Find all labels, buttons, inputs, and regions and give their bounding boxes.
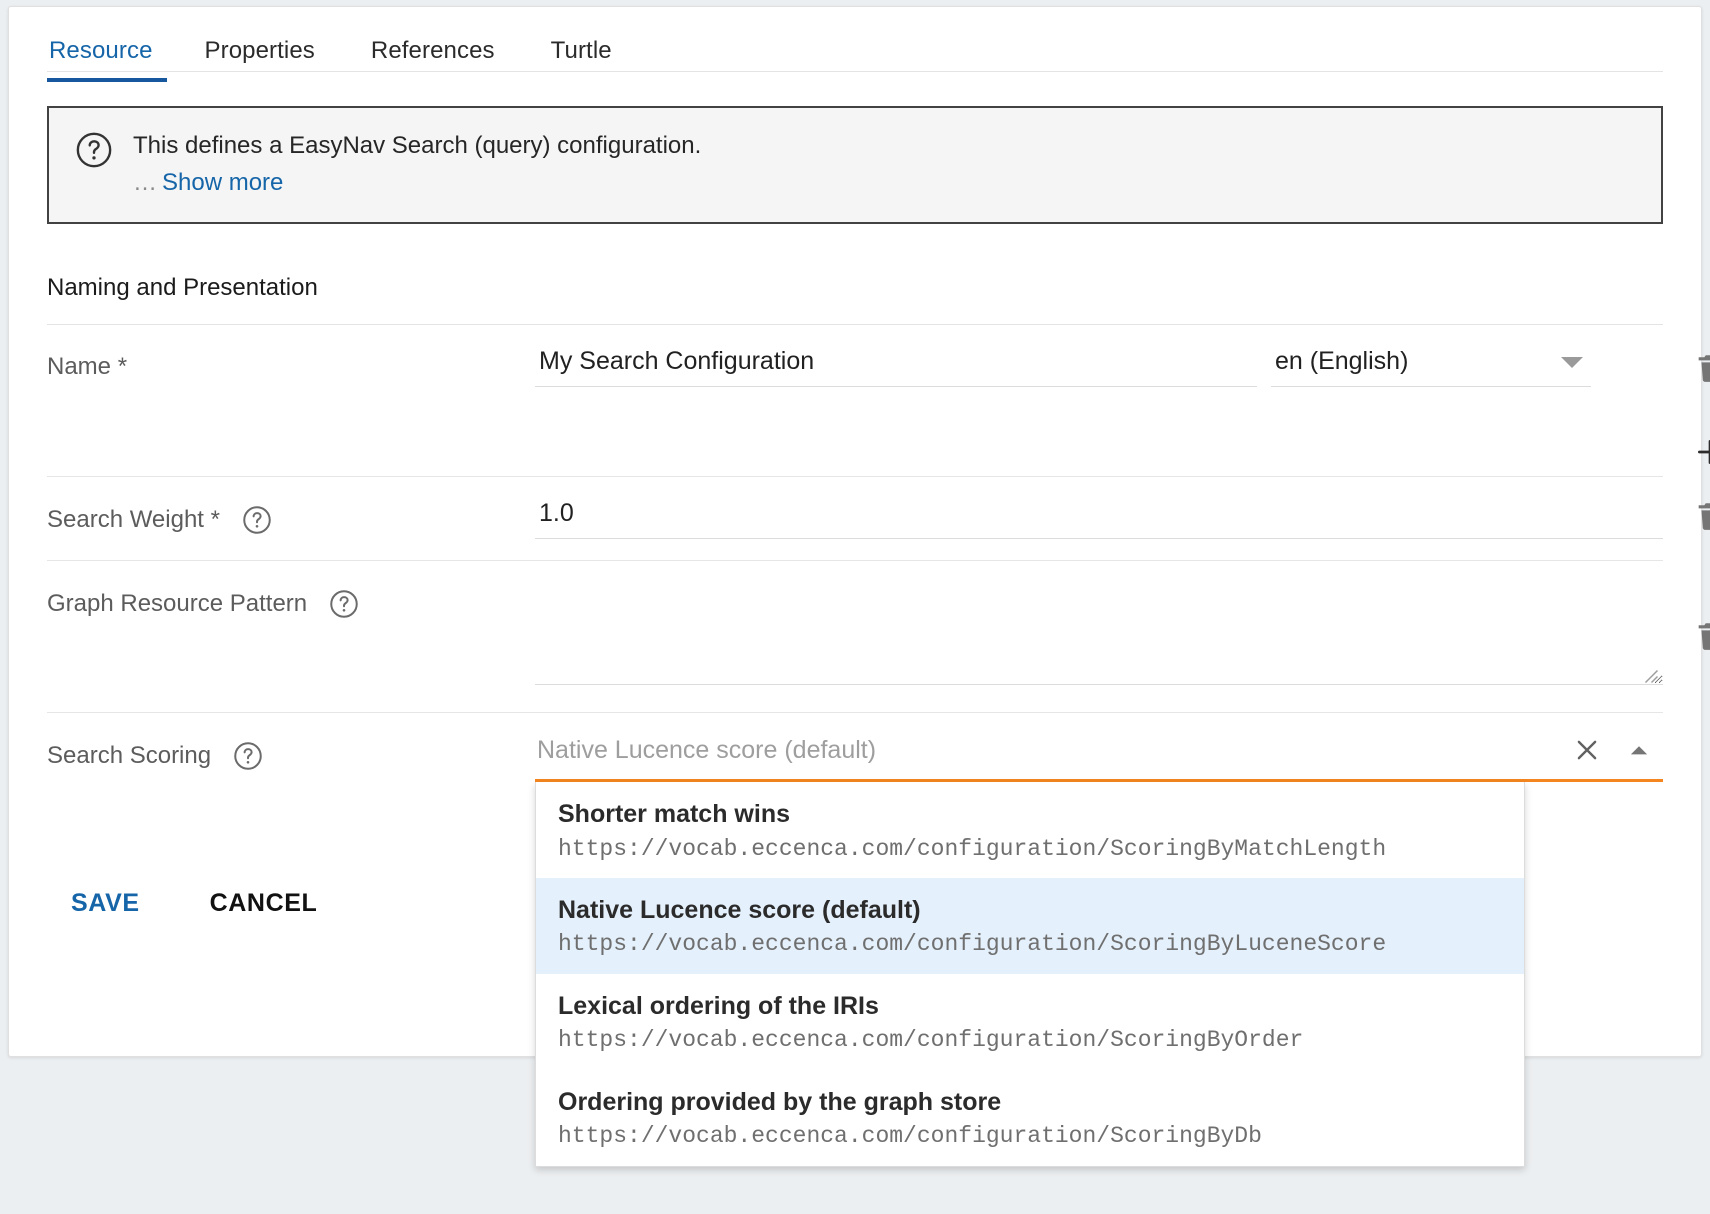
graph-resource-pattern-label: Graph Resource Pattern <box>47 561 535 619</box>
add-name-button[interactable] <box>1693 435 1710 469</box>
info-banner-body: This defines a EasyNav Search (query) co… <box>133 128 701 222</box>
show-more-link[interactable]: Show more <box>162 169 283 196</box>
dropdown-option-lexical-ordering[interactable]: Lexical ordering of the IRIs https://voc… <box>536 974 1524 1070</box>
search-scoring-label-text: Search Scoring <box>47 742 211 770</box>
form-actions: SAVE CANCEL <box>47 879 341 928</box>
search-scoring-combo-field[interactable]: Native Lucence score (default) <box>535 713 1663 782</box>
tab-properties-label: Properties <box>205 37 315 64</box>
row-search-weight: Search Weight * <box>47 477 1663 561</box>
name-language-input[interactable] <box>1271 325 1591 387</box>
graph-resource-pattern-textarea[interactable] <box>535 567 1663 685</box>
tab-resource[interactable]: Resource <box>47 33 177 81</box>
dropdown-option-iri: https://vocab.eccenca.com/configuration/… <box>558 1122 1502 1151</box>
tab-properties[interactable]: Properties <box>177 33 343 81</box>
search-scoring-dropdown: Shorter match wins https://vocab.eccenca… <box>535 782 1525 1167</box>
name-field-area <box>535 325 1663 387</box>
search-weight-field-area <box>535 477 1663 539</box>
tab-turtle-label: Turtle <box>551 37 612 64</box>
row-graph-resource-pattern: Graph Resource Pattern <box>47 561 1663 713</box>
dropdown-option-iri: https://vocab.eccenca.com/configuration/… <box>558 1026 1502 1055</box>
help-circle-icon[interactable] <box>329 589 359 619</box>
search-weight-label: Search Weight * <box>47 477 535 535</box>
info-banner-text: This defines a EasyNav Search (query) co… <box>133 130 701 163</box>
dropdown-option-shorter-match-wins[interactable]: Shorter match wins https://vocab.eccenca… <box>536 782 1524 878</box>
ellipsis: … <box>133 169 157 196</box>
app-root: Resource Properties References Turtle <box>0 0 1710 1214</box>
search-scoring-placeholder: Native Lucence score (default) <box>537 736 1557 765</box>
help-circle-icon[interactable] <box>242 505 272 535</box>
name-input[interactable] <box>535 325 1257 387</box>
delete-graph-resource-pattern-button[interactable] <box>1693 619 1710 653</box>
dropdown-option-label: Lexical ordering of the IRIs <box>558 990 1502 1023</box>
delete-search-weight-button[interactable] <box>1693 499 1710 533</box>
chevron-up-icon[interactable] <box>1617 733 1661 767</box>
section-title-naming-and-presentation: Naming and Presentation <box>47 274 1663 325</box>
graph-resource-pattern-field-area <box>535 561 1663 690</box>
chevron-down-icon[interactable] <box>1561 357 1583 368</box>
close-icon[interactable] <box>1565 733 1609 767</box>
dropdown-option-graph-store-ordering[interactable]: Ordering provided by the graph store htt… <box>536 1070 1524 1166</box>
dropdown-option-iri: https://vocab.eccenca.com/configuration/… <box>558 930 1502 959</box>
help-circle-icon <box>75 131 113 169</box>
name-label-text: Name * <box>47 353 127 381</box>
tab-resource-label: Resource <box>49 37 153 64</box>
tab-bar: Resource Properties References Turtle <box>47 7 1663 72</box>
save-button[interactable]: SAVE <box>47 879 164 928</box>
resource-editor-card: Resource Properties References Turtle <box>8 6 1702 1057</box>
delete-name-button[interactable] <box>1693 351 1710 385</box>
info-banner: This defines a EasyNav Search (query) co… <box>47 106 1663 224</box>
search-weight-label-text: Search Weight * <box>47 506 220 534</box>
help-circle-icon[interactable] <box>233 741 263 771</box>
search-scoring-label: Search Scoring <box>47 713 535 771</box>
search-scoring-combobox: Native Lucence score (default) S <box>535 713 1663 782</box>
dropdown-option-label: Shorter match wins <box>558 798 1502 831</box>
dropdown-option-iri: https://vocab.eccenca.com/configuration/… <box>558 835 1502 864</box>
graph-resource-pattern-label-text: Graph Resource Pattern <box>47 590 307 618</box>
dropdown-option-native-lucence-score[interactable]: Native Lucence score (default) https://v… <box>536 878 1524 974</box>
name-label: Name * <box>47 325 535 381</box>
name-value-wrap <box>535 325 1257 387</box>
name-language-select[interactable] <box>1271 325 1591 387</box>
row-name: Name * <box>47 325 1663 477</box>
dropdown-option-label: Native Lucence score (default) <box>558 894 1502 927</box>
dropdown-option-label: Ordering provided by the graph store <box>558 1086 1502 1119</box>
tab-references[interactable]: References <box>343 33 523 81</box>
cancel-button[interactable]: CANCEL <box>186 879 342 928</box>
info-banner-more: …Show more <box>133 169 701 197</box>
tab-turtle[interactable]: Turtle <box>523 33 640 81</box>
row-search-scoring: Search Scoring Native Lucence score (def… <box>47 713 1663 803</box>
tab-references-label: References <box>371 37 495 64</box>
search-weight-input[interactable] <box>535 477 1663 539</box>
